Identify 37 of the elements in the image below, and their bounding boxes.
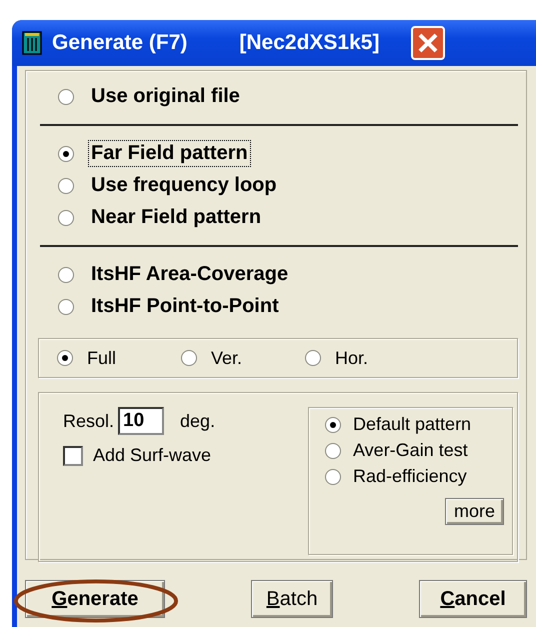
radio-button[interactable] [325,442,341,458]
radio-button[interactable] [325,416,341,432]
option-label: Far Field pattern [88,140,251,167]
window-title: Generate (F7) [52,31,188,55]
checkbox[interactable] [63,446,83,466]
app-icon [22,31,42,55]
radio-button[interactable] [181,350,197,366]
option-label: Near Field pattern [90,205,262,230]
option-label: Full [87,348,116,368]
option-label: Ver. [211,348,242,368]
radio-button[interactable] [57,350,73,366]
radio-button[interactable] [325,468,341,484]
close-icon [417,32,440,54]
unit-label: deg. [180,410,216,432]
radio-button[interactable] [58,266,74,282]
close-button[interactable] [411,26,446,60]
option-label: ItsHF Area-Coverage [90,262,290,287]
radio-button[interactable] [58,210,74,226]
option-label: Hor. [335,348,368,368]
option-label: Use frequency loop [90,173,278,198]
radio-button[interactable] [58,298,74,314]
dialog-button[interactable]: Batch [251,580,333,618]
radio-button[interactable] [58,178,74,194]
option-label: Rad-efficiency [353,466,467,487]
window-subtitle: [Nec2dXS1k5] [239,31,380,55]
option-label: Aver-Gain test [353,440,468,461]
radio-button[interactable] [305,350,321,366]
radio-button[interactable] [58,88,74,104]
option-label: Use original file [90,84,241,109]
resolution-field[interactable]: 10 [118,407,164,435]
resolution-label: Resol. [63,410,114,432]
dialog-button[interactable]: Cancel [419,580,527,618]
option-label: Default pattern [353,414,472,435]
option-label: ItsHF Point-to-Point [90,294,280,319]
checkbox-label: Add Surf-wave [93,445,212,466]
more-button[interactable]: more [444,498,504,525]
radio-button[interactable] [58,146,74,162]
